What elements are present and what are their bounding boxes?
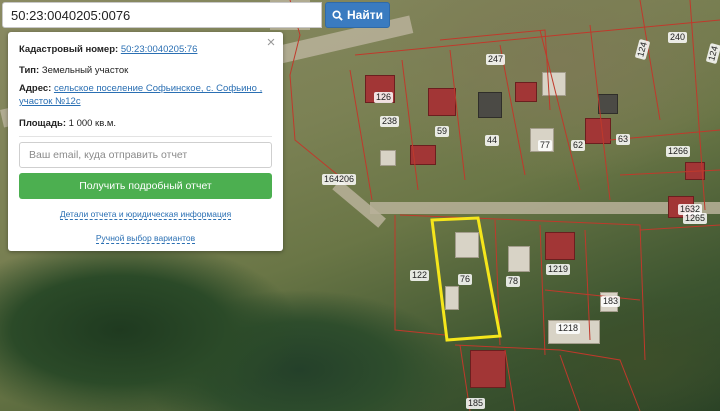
get-report-button[interactable]: Получить подробный отчет [19,173,272,199]
report-details-link[interactable]: Детали отчета и юридическая информация [8,209,283,220]
email-field[interactable] [19,142,272,168]
parcel-label: 126 [374,92,394,103]
manual-selection-link-text: Ручной выбор вариантов [95,233,196,244]
parcel-info-card: × Кадастровый номер: 50:23:0040205:76 Ти… [8,32,283,251]
parcel-label: 240 [668,32,688,43]
address-row: Адрес: сельское поселение Софьинское, с.… [19,82,262,95]
card-divider [19,136,272,137]
close-icon[interactable]: × [265,35,277,50]
report-details-link-text: Детали отчета и юридическая информация [59,209,232,220]
cadastral-number-link[interactable]: 50:23:0040205:76 [121,44,198,55]
cadastral-search-input[interactable] [2,2,322,28]
address-link-line1[interactable]: сельское поселение Софьинское, с. Софьин… [54,83,262,94]
parcel-label: 44 [485,135,500,146]
cadastral-number-label: Кадастровый номер: [19,44,119,55]
parcel-label: 1219 [546,264,571,275]
parcel-label: 76 [458,274,473,285]
parcel-label: 62 [571,140,586,151]
search-icon [332,9,343,21]
type-value: Земельный участок [41,65,129,76]
area-label: Площадь: [19,118,66,129]
search-button-label: Найти [347,8,383,22]
parcel-label: 183 [601,296,621,307]
parcel-label: 247 [486,54,506,65]
type-label: Тип: [19,65,40,76]
parcel-label: 63 [616,134,631,145]
parcel-label: 164206 [322,174,357,185]
parcel-label: 77 [538,140,553,151]
address-row-continued: участок №12с [19,95,81,108]
parcel-label: 1266 [666,146,691,157]
cadastral-number-row: Кадастровый номер: 50:23:0040205:76 [19,43,197,56]
address-label: Адрес: [19,83,52,94]
search-button[interactable]: Найти [325,2,390,28]
area-value: 1 000 кв.м. [68,118,117,129]
parcel-label: 1265 [683,213,708,224]
parcel-label: 238 [380,116,400,127]
parcel-label: 1218 [556,323,581,334]
address-link-line2[interactable]: участок №12с [19,96,81,107]
area-row: Площадь: 1 000 кв.м. [19,117,116,130]
parcel-label: 185 [466,398,486,409]
type-row: Тип: Земельный участок [19,64,128,77]
parcel-label: 122 [410,270,430,281]
manual-selection-link[interactable]: Ручной выбор вариантов [8,233,283,244]
parcel-label: 59 [435,126,450,137]
parcel-label: 78 [506,276,521,287]
